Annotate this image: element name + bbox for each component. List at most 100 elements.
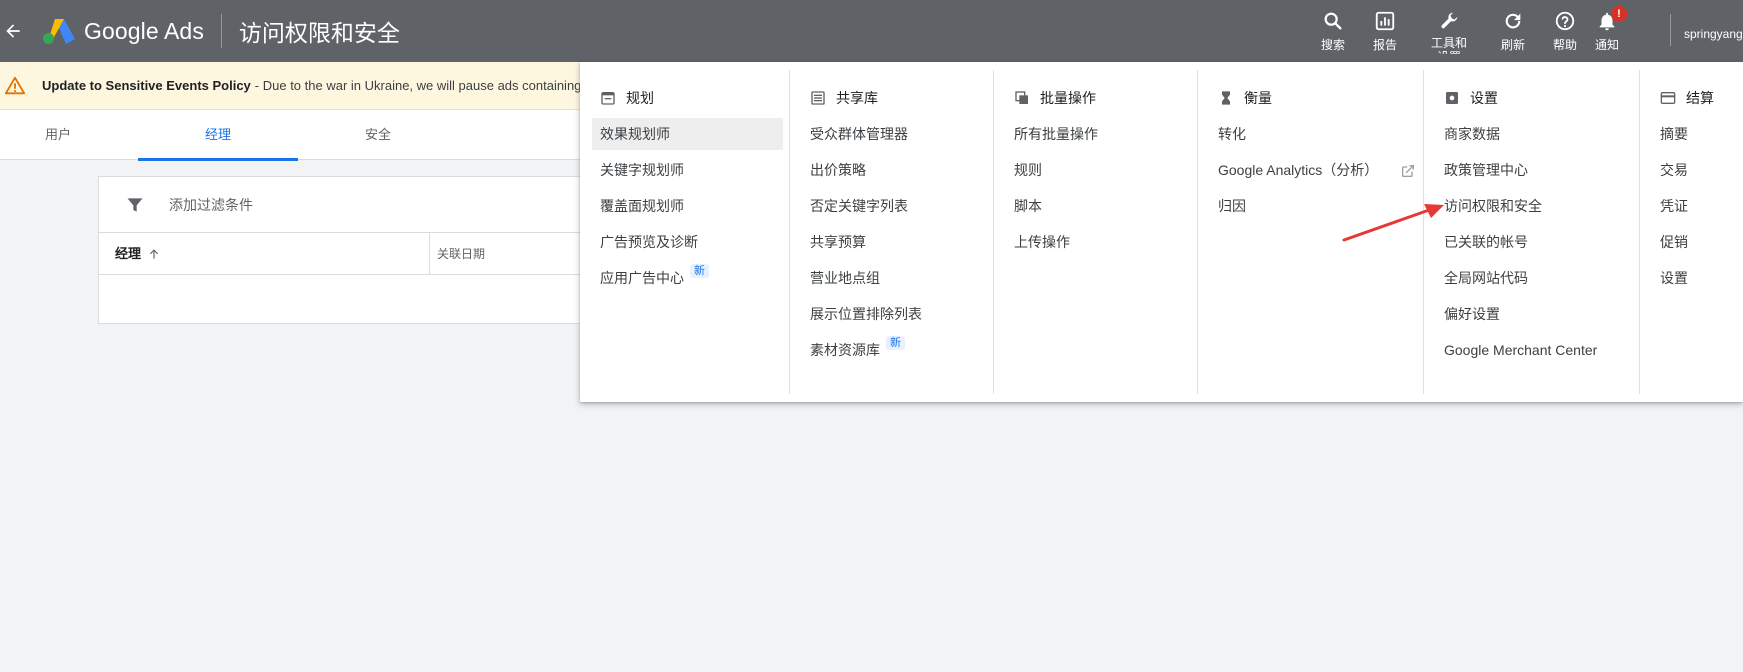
column-manager-header[interactable]: 经理 [115,233,161,275]
menu-item-location-groups[interactable]: 营业地点组 [802,262,880,294]
menu-column-billing: 结算 摘要 交易 凭证 促销 设置 [1639,70,1743,394]
menu-item-ad-preview[interactable]: 广告预览及诊断 [592,226,698,258]
title-divider [220,14,222,48]
menu-item-global-site-tag[interactable]: 全局网站代码 [1436,262,1528,294]
menu-column-bulk-actions: 批量操作 所有批量操作 规则 脚本 上传操作 [993,70,1197,394]
menu-heading-shared-library-label: 共享库 [836,90,878,106]
menu-item-negative-keyword-lists[interactable]: 否定关键字列表 [802,190,908,222]
menu-item-google-analytics[interactable]: Google Analytics（分析） [1210,154,1416,186]
banner-title[interactable]: Update to Sensitive Events Policy [42,78,251,93]
menu-item-conversions[interactable]: 转化 [1210,118,1246,150]
managers-table: 添加过滤条件 经理 关联日期 [98,176,658,324]
menu-heading-setup-label: 设置 [1470,90,1498,106]
menu-item-rules[interactable]: 规则 [1006,154,1042,186]
menu-item-uploads[interactable]: 上传操作 [1006,226,1070,258]
notification-badge: ! [1611,6,1627,22]
menu-item-preferences[interactable]: 偏好设置 [1436,298,1500,330]
tab-security[interactable]: 安全 [298,110,458,160]
column-manager-label: 经理 [115,246,142,261]
table-header-row: 经理 关联日期 [99,233,658,275]
app-hub-label: 应用广告中心 [600,270,684,286]
copy-icon [1015,91,1028,104]
tools-settings-label: 工具和设置 [1431,36,1468,54]
new-badge: 新 [690,264,709,278]
add-filter-text[interactable]: 添加过滤条件 [169,195,253,215]
brand-name: Google Ads [84,17,204,44]
menu-heading-shared-library: 共享库 [810,88,878,108]
page-title: 访问权限和安全 [238,20,400,46]
tab-managers[interactable]: 经理 [138,110,298,161]
asset-library-label: 素材资源库 [810,342,880,358]
warning-icon [4,75,26,97]
menu-item-business-data[interactable]: 商家数据 [1436,118,1500,150]
search-label: 搜索 [1320,38,1345,52]
menu-heading-planning-label: 规划 [626,90,654,106]
report-label: 报告 [1372,38,1397,52]
notifications-button[interactable]: 通知 ! [1577,6,1637,53]
menu-heading-bulk-actions-label: 批量操作 [1040,90,1096,106]
google-analytics-label: Google Analytics（分析） [1218,162,1379,178]
banner-text: - Due to the war in Ukraine, we will pau… [254,78,604,93]
new-badge: 新 [886,336,905,350]
menu-item-keyword-planner[interactable]: 关键字规划师 [592,154,684,186]
menu-item-scripts[interactable]: 脚本 [1006,190,1042,222]
filter-bar[interactable]: 添加过滤条件 [99,177,658,233]
menu-item-app-advertising-hub[interactable]: 应用广告中心新 [592,262,709,294]
back-arrow-icon[interactable] [2,20,24,42]
menu-item-summary[interactable]: 摘要 [1652,118,1688,150]
menu-heading-bulk-actions: 批量操作 [1014,88,1096,108]
menu-item-billing-settings[interactable]: 设置 [1652,262,1688,294]
refresh-icon [1505,13,1521,29]
menu-heading-measurement-label: 衡量 [1244,90,1272,106]
menu-heading-billing-label: 结算 [1686,90,1714,106]
refresh-button[interactable]: 刷新 [1483,10,1543,53]
menu-item-bid-strategies[interactable]: 出价策略 [802,154,866,186]
menu-column-shared-library: 共享库 受众群体管理器 出价策略 否定关键字列表 共享预算 营业地点组 展示位置… [789,70,993,394]
help-icon [1555,11,1575,31]
menu-item-google-merchant-center[interactable]: Google Merchant Center [1436,334,1597,366]
menu-heading-setup: 设置 [1444,88,1498,108]
tools-settings-button[interactable]: 工具和设置 [1419,10,1479,54]
column-divider [429,233,430,275]
menu-item-policy-manager[interactable]: 政策管理中心 [1436,154,1528,186]
menu-heading-billing: 结算 [1660,88,1714,108]
report-button[interactable]: 报告 [1355,10,1415,53]
external-link-icon [1402,165,1415,178]
library-icon [811,91,825,105]
menu-heading-measurement: 衡量 [1218,88,1272,108]
menu-column-setup: 设置 商家数据 政策管理中心 访问权限和安全 已关联的帐号 全局网站代码 偏好设… [1423,70,1639,394]
menu-item-shared-budgets[interactable]: 共享预算 [802,226,866,258]
settings-icon [1446,92,1458,104]
menu-item-promotions[interactable]: 促销 [1652,226,1688,258]
menu-item-placement-exclusions[interactable]: 展示位置排除列表 [802,298,922,330]
filter-icon[interactable] [125,195,145,215]
calendar-icon [601,92,615,105]
menu-item-transactions[interactable]: 交易 [1652,154,1688,186]
help-label: 帮助 [1552,38,1577,52]
menu-item-performance-planner[interactable]: 效果规划师 [592,118,783,150]
tab-users[interactable]: 用户 [0,110,138,160]
account-name[interactable]: springyang [1684,27,1743,41]
hourglass-icon [1222,91,1230,105]
wrench-icon [1441,12,1458,29]
tools-settings-menu: 规划 效果规划师 关键字规划师 覆盖面规划师 广告预览及诊断 应用广告中心新 共… [580,62,1743,402]
sort-ascending-icon [149,249,159,259]
search-button[interactable]: 搜索 [1303,10,1363,53]
column-link-date-header[interactable]: 关联日期 [437,233,485,275]
menu-item-reach-planner[interactable]: 覆盖面规划师 [592,190,684,222]
menu-item-attribution[interactable]: 归因 [1210,190,1246,222]
annotation-arrow-icon [1342,204,1444,242]
menu-item-audience-manager[interactable]: 受众群体管理器 [802,118,908,150]
refresh-label: 刷新 [1500,38,1525,52]
menu-item-asset-library[interactable]: 素材资源库新 [802,334,905,366]
menu-item-access-and-security[interactable]: 访问权限和安全 [1436,190,1542,222]
search-icon [1324,12,1342,30]
menu-item-all-bulk-actions[interactable]: 所有批量操作 [1006,118,1098,150]
menu-heading-planning: 规划 [600,88,654,108]
google-ads-logo-icon[interactable] [42,17,76,45]
top-app-bar: Google Ads 访问权限和安全 搜索 报告 工具和设置 刷新 帮助 通知 … [0,0,1743,62]
menu-column-planning: 规划 效果规划师 关键字规划师 覆盖面规划师 广告预览及诊断 应用广告中心新 [580,70,789,394]
menu-item-documents[interactable]: 凭证 [1652,190,1688,222]
credit-card-icon [1660,92,1676,104]
topbar-divider [1670,14,1671,46]
